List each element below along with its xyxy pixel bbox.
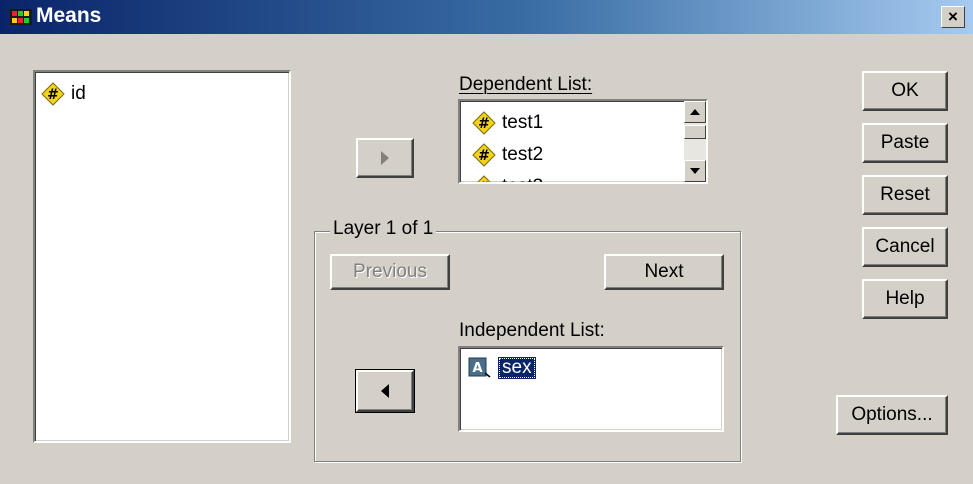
list-item[interactable]: # test1 — [472, 109, 543, 137]
numeric-variable-icon: # — [477, 175, 491, 184]
reset-button[interactable]: Reset — [862, 175, 948, 215]
paste-label: Paste — [880, 132, 930, 153]
numeric-variable-icon: # — [472, 111, 496, 135]
previous-button[interactable]: Previous — [330, 254, 450, 290]
close-icon: × — [948, 7, 958, 26]
numeric-variable-icon: # — [472, 143, 496, 167]
move-from-independent-button[interactable] — [355, 369, 415, 413]
scroll-thumb[interactable] — [684, 125, 706, 139]
string-variable-icon: A — [468, 357, 491, 378]
move-to-dependent-button[interactable] — [356, 138, 414, 178]
svg-text:#: # — [478, 180, 490, 184]
cancel-label: Cancel — [875, 236, 935, 257]
window-title: Means — [36, 4, 102, 27]
independent-list-label: Independent List: — [459, 320, 605, 341]
next-label: Next — [644, 261, 684, 282]
variable-label-selected: sex — [498, 357, 536, 379]
variable-label: test3 — [502, 176, 543, 182]
arrow-right-icon — [381, 151, 389, 165]
cancel-button[interactable]: Cancel — [862, 227, 948, 267]
arrow-left-icon — [381, 384, 389, 398]
arrow-up-icon — [690, 109, 700, 115]
dependent-list-label: Dependent List: — [459, 74, 593, 95]
ok-label: OK — [891, 80, 919, 101]
reset-label: Reset — [880, 184, 930, 205]
svg-text:#: # — [47, 87, 59, 103]
arrow-down-icon — [690, 168, 700, 174]
variable-label: id — [71, 83, 86, 104]
independent-list[interactable]: A sex — [458, 346, 724, 432]
svg-text:#: # — [478, 116, 490, 132]
next-button[interactable]: Next — [604, 254, 724, 290]
variable-label: test2 — [502, 144, 544, 165]
list-item[interactable]: # test3 — [472, 173, 543, 184]
title-bar: Means × — [0, 0, 973, 34]
numeric-variable-icon: # — [41, 82, 65, 106]
ok-button[interactable]: OK — [862, 71, 948, 111]
close-button[interactable]: × — [941, 6, 965, 28]
layer-legend: Layer 1 of 1 — [330, 218, 437, 240]
options-button[interactable]: Options... — [836, 395, 948, 435]
options-label: Options... — [851, 404, 933, 425]
list-item[interactable]: A sex — [468, 354, 536, 382]
list-item[interactable]: # test2 — [472, 141, 543, 169]
source-variable-list[interactable]: # id — [33, 70, 291, 443]
scroll-up-button[interactable] — [684, 101, 706, 123]
dependent-list[interactable]: # test1 # test2 # test3 — [458, 99, 708, 184]
help-button[interactable]: Help — [862, 279, 948, 319]
paste-button[interactable]: Paste — [862, 123, 948, 163]
dependent-list-scrollbar[interactable] — [684, 101, 706, 182]
svg-text:#: # — [478, 148, 490, 164]
svg-text:A: A — [472, 361, 482, 376]
variable-label: test1 — [502, 112, 544, 133]
spss-app-icon — [10, 9, 32, 25]
previous-label: Previous — [353, 261, 427, 282]
list-item[interactable]: # id — [41, 80, 86, 108]
help-label: Help — [885, 288, 925, 309]
scroll-down-button[interactable] — [684, 160, 706, 182]
